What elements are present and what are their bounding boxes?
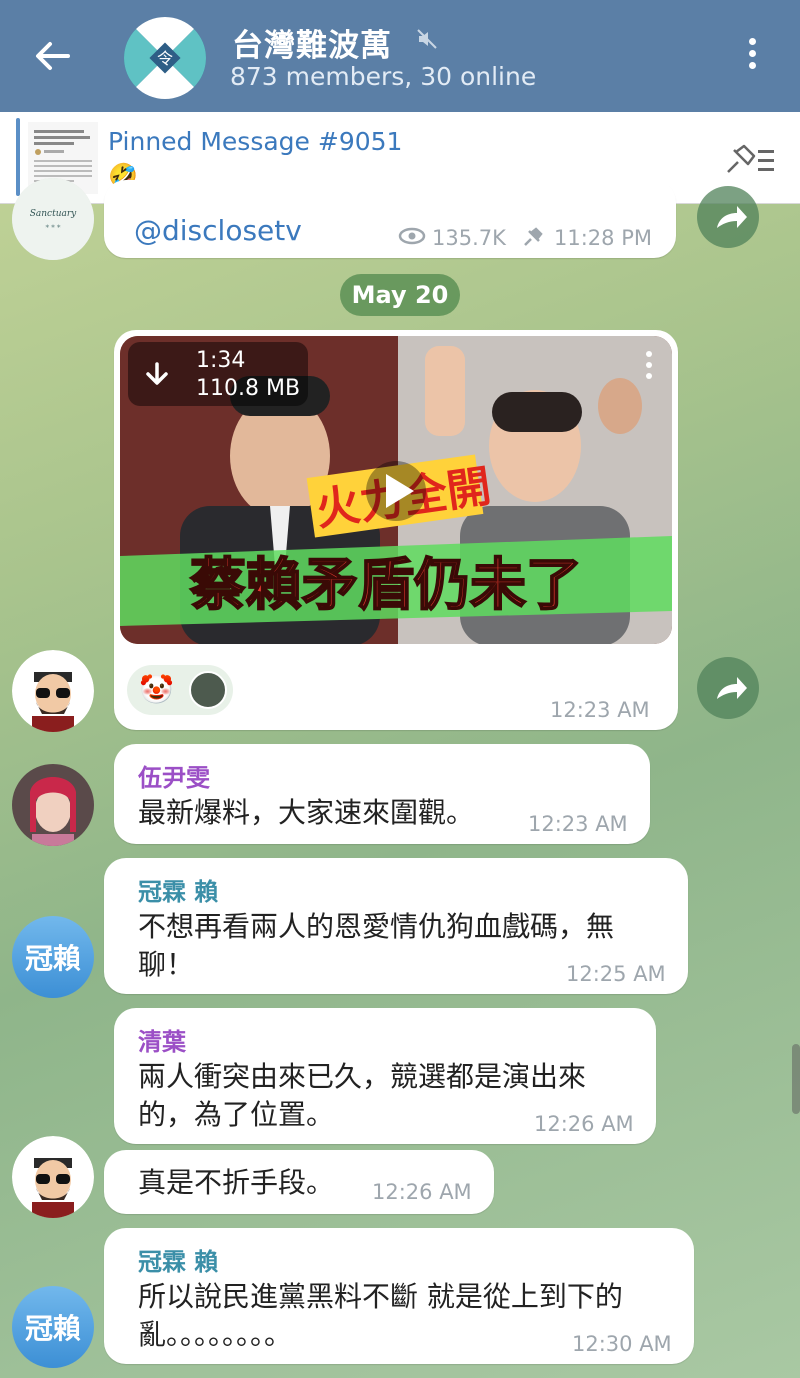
reaction-emoji: 🤡 — [139, 673, 174, 706]
eye-icon — [398, 227, 426, 245]
more-vert-icon[interactable] — [745, 38, 759, 78]
forward-button[interactable] — [697, 657, 759, 719]
pin-icon — [524, 227, 543, 246]
svg-text:令: 令 — [157, 49, 173, 68]
message-text-line: 的，為了位置。 — [138, 1098, 335, 1131]
avatar[interactable] — [12, 650, 94, 732]
reactor-avatar — [189, 671, 227, 709]
svg-text:蔡賴矛盾仍未了: 蔡賴矛盾仍未了 — [190, 553, 582, 618]
back-arrow-icon[interactable] — [32, 36, 72, 76]
video-file-size: 110.8 MB — [196, 376, 301, 401]
download-icon[interactable] — [142, 360, 172, 390]
avatar[interactable]: 冠賴 — [12, 916, 94, 998]
message-time: 11:28 PM — [554, 226, 652, 250]
message-text-line: 亂。。。。。。。。 — [138, 1318, 293, 1351]
reaction-chip[interactable]: 🤡 — [127, 665, 233, 715]
message-link[interactable]: @disclosetv — [134, 212, 302, 250]
forward-icon — [717, 677, 747, 699]
message-time: 12:26 AM — [534, 1112, 634, 1136]
avatar[interactable]: 冠賴 — [12, 1286, 94, 1368]
date-separator: May 20 — [340, 274, 460, 316]
sender-name[interactable]: 清葉 — [138, 1022, 186, 1057]
pinned-indicator — [16, 118, 20, 196]
forward-button[interactable] — [697, 186, 759, 248]
group-title[interactable]: 台灣難波萬 — [232, 20, 392, 65]
svg-text:* * *: * * * — [46, 224, 61, 232]
svg-text:Sanctuary: Sanctuary — [30, 209, 77, 219]
group-avatar[interactable]: 令 — [124, 17, 206, 99]
sender-name[interactable]: 伍尹雯 — [138, 758, 210, 793]
message-text-line: 兩人衝突由來已久，競選都是演出來 — [138, 1060, 587, 1093]
message-text-line: 所以說民進黨黑料不斷 就是從上到下的 — [138, 1280, 623, 1313]
sender-name[interactable]: 冠霖 賴 — [138, 872, 218, 907]
message-time: 12:23 AM — [550, 698, 650, 722]
video-duration: 1:34 — [196, 348, 246, 373]
message-text-line: 不想再看兩人的恩愛情仇狗血戲碼，無 — [138, 910, 615, 943]
avatar[interactable] — [12, 1136, 94, 1218]
avatar[interactable]: Sanctuary * * * — [12, 178, 94, 260]
sender-name[interactable]: 冠霖 賴 — [138, 1242, 218, 1277]
pin-list-icon[interactable] — [724, 142, 778, 178]
message-time: 12:30 AM — [572, 1332, 672, 1356]
view-count: 135.7K — [432, 226, 506, 250]
message-time: 12:25 AM — [566, 962, 666, 986]
message-text: 最新爆料，大家速來圍觀。 — [138, 796, 475, 829]
avatar[interactable] — [12, 764, 94, 846]
forward-icon — [717, 206, 747, 228]
message-text: 真是不折手段。 — [138, 1166, 335, 1199]
message-time: 12:26 AM — [372, 1180, 472, 1204]
pinned-message-title[interactable]: Pinned Message #9051 — [108, 127, 402, 156]
chat-header: 令 台灣難波萬 873 members, 30 online — [0, 0, 800, 112]
mute-icon — [417, 29, 437, 49]
group-members-status: 873 members, 30 online — [230, 62, 537, 91]
message-text-line: 聊！ — [138, 948, 195, 981]
scrollbar[interactable] — [792, 1044, 800, 1114]
message-time: 12:23 AM — [528, 812, 628, 836]
